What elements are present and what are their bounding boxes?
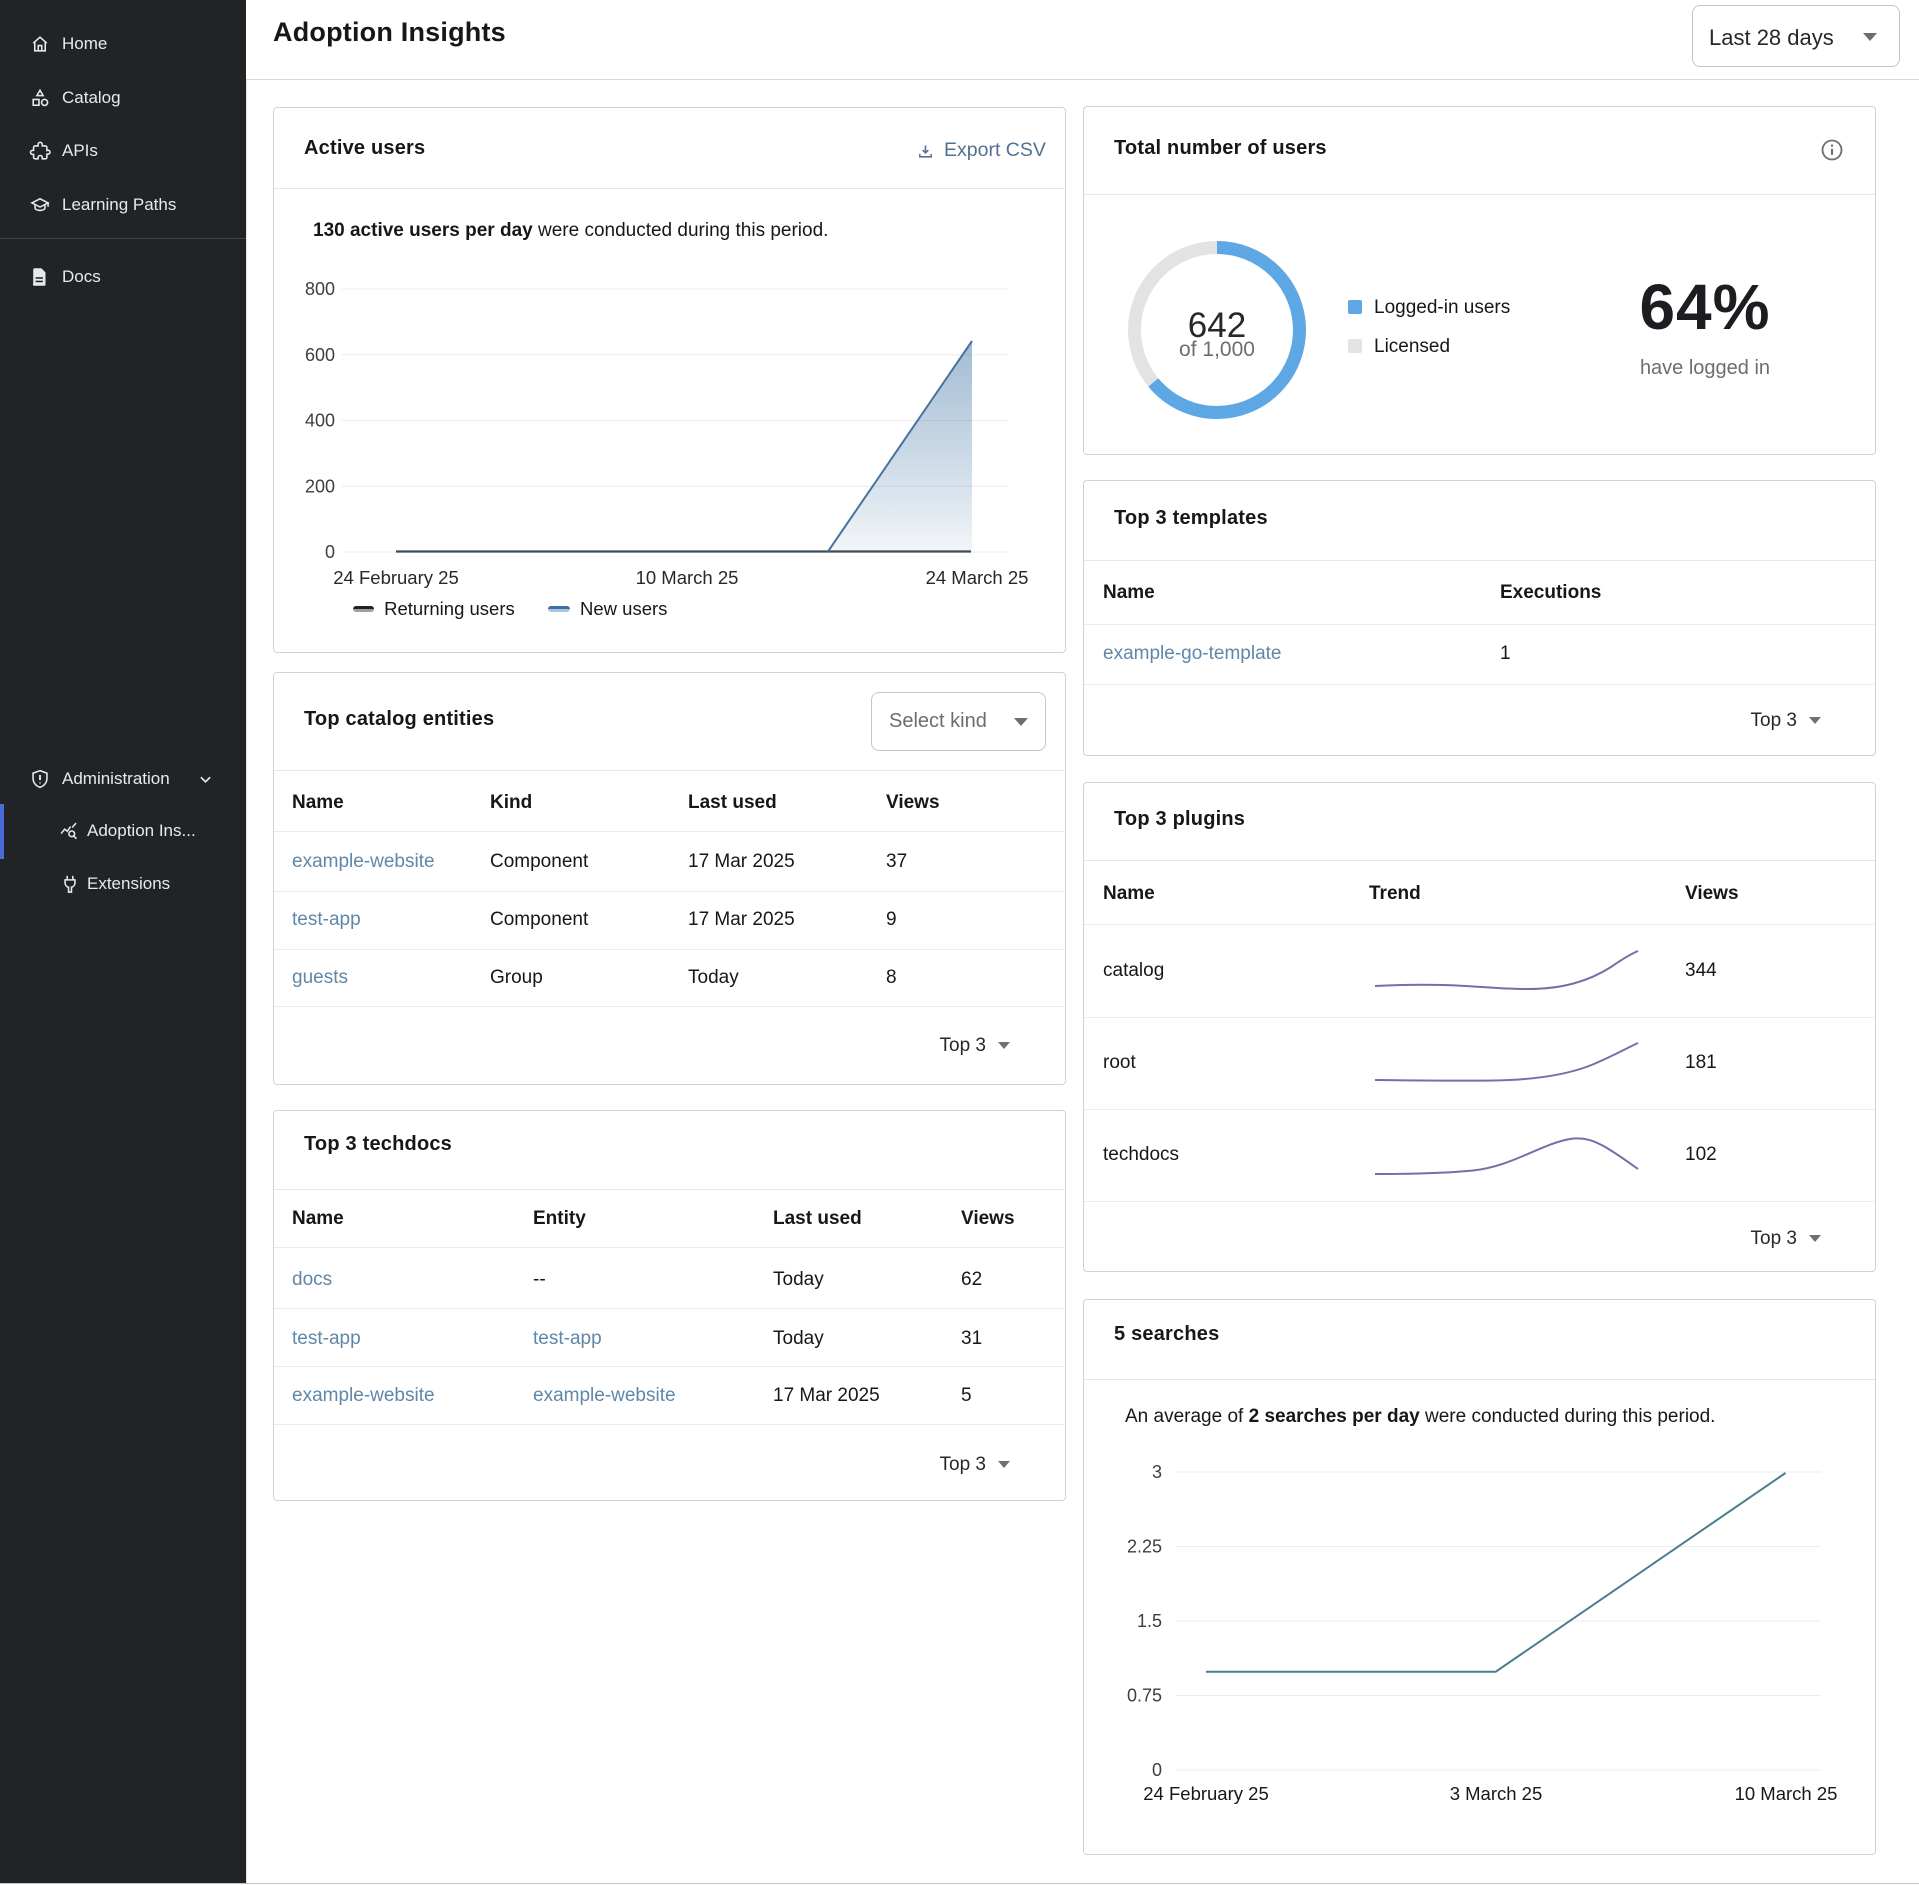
svg-text:600: 600: [305, 345, 335, 365]
svg-text:0: 0: [1152, 1760, 1162, 1780]
svg-text:24 February 25: 24 February 25: [333, 567, 458, 588]
svg-text:2.25: 2.25: [1127, 1537, 1162, 1557]
svg-text:0.75: 0.75: [1127, 1686, 1162, 1706]
svg-text:3: 3: [1152, 1462, 1162, 1482]
svg-text:200: 200: [305, 476, 335, 496]
svg-text:24 March 25: 24 March 25: [926, 567, 1029, 588]
svg-text:0: 0: [325, 542, 335, 562]
svg-text:400: 400: [305, 411, 335, 431]
svg-text:10 March 25: 10 March 25: [636, 567, 739, 588]
svg-text:1.5: 1.5: [1137, 1611, 1162, 1631]
svg-text:800: 800: [305, 279, 335, 299]
